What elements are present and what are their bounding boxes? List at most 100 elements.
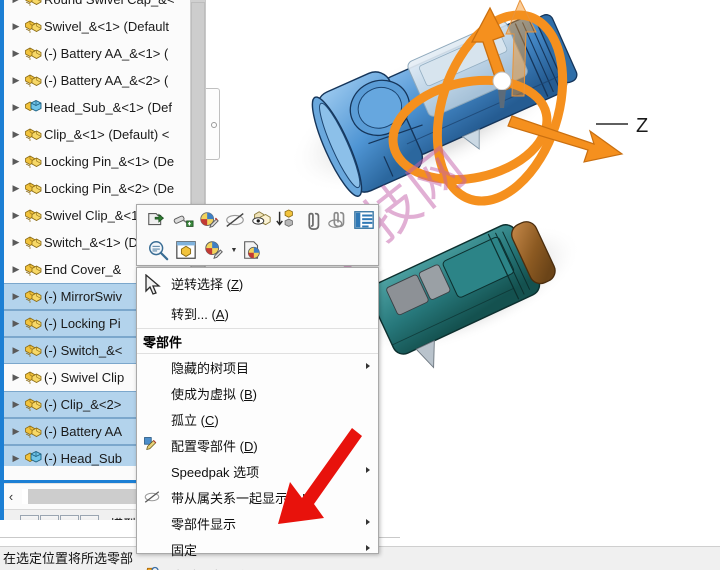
paint-roller-plus-icon[interactable]: [171, 207, 195, 233]
menu-item[interactable]: 配置零部件 (D): [137, 432, 378, 458]
expand-chevron-icon[interactable]: [8, 256, 24, 283]
tab-model[interactable]: 模型: [110, 514, 136, 520]
context-menu-section-header: 零部件: [137, 328, 378, 354]
expand-chevron-icon[interactable]: [8, 337, 24, 364]
submenu-arrow-icon: [366, 545, 370, 551]
menu-item-label: 转到... (A): [171, 306, 229, 322]
paperclip-view-icon[interactable]: [326, 207, 350, 233]
part-icon: [24, 207, 44, 225]
menu-item[interactable]: 临时固定/分组 (E): [137, 562, 378, 570]
tree-item-label: Swivel_&<1> (Default: [44, 19, 170, 34]
hscroll-thumb[interactable]: [28, 489, 138, 504]
tree-item-label: End Cover_&: [44, 262, 122, 277]
expand-chevron-icon[interactable]: [8, 229, 24, 256]
panel-accent-strip: [0, 0, 4, 520]
menu-item[interactable]: 转到... (A): [137, 298, 378, 328]
tree-item[interactable]: (-) Battery AA_&<1> (: [4, 40, 190, 67]
tab-nav-buttons[interactable]: ◀| ◀ ▶ |▶: [20, 515, 100, 520]
panel-splitter-handle[interactable]: [206, 88, 220, 160]
tree-item-label: (-) Switch_&<: [44, 343, 123, 358]
tree-item[interactable]: Clip_&<1> (Default) <: [4, 121, 190, 148]
menu-item[interactable]: Speedpak 选项: [137, 458, 378, 484]
expand-chevron-icon[interactable]: [8, 121, 24, 148]
context-menu-items[interactable]: 隐藏的树项目使成为虚拟 (B) 孤立 (C) 配置零部件 (D) Speedpak 选…: [137, 354, 378, 570]
menu-item[interactable]: 孤立 (C): [137, 406, 378, 432]
appearance-sphere-edit-icon[interactable]: [201, 237, 227, 263]
nav-last-icon[interactable]: |▶: [80, 515, 99, 520]
expand-chevron-icon[interactable]: [8, 67, 24, 94]
menu-item-label: 零部件显示: [171, 516, 237, 532]
sort-down-icon[interactable]: [274, 207, 298, 233]
menu-item[interactable]: 带从属关系一起显示 (H): [137, 484, 378, 510]
part-icon: [24, 153, 44, 171]
menu-item[interactable]: 零部件显示: [137, 510, 378, 536]
part-icon: [24, 423, 44, 441]
tree-item[interactable]: Head_Sub_&<1> (Def: [4, 94, 190, 121]
tree-item-label: (-) Clip_&<2>: [44, 397, 122, 412]
part-icon: [24, 288, 44, 306]
submenu-arrow-icon: [366, 363, 370, 369]
context-toolbar-row-2[interactable]: ▼: [137, 235, 378, 265]
configure-component-icon: [143, 436, 161, 454]
part-icon: [24, 45, 44, 63]
submenu-arrow-icon: [366, 467, 370, 473]
expand-chevron-icon[interactable]: [8, 148, 24, 175]
edit-appearance-icon[interactable]: [197, 207, 221, 233]
nav-prev-icon[interactable]: ◀: [40, 515, 59, 520]
tree-item-label: (-) Head_Sub: [44, 451, 123, 466]
zoom-to-selection-icon[interactable]: [145, 237, 171, 263]
expand-chevron-icon[interactable]: [8, 445, 24, 466]
expand-chevron-icon[interactable]: [8, 202, 24, 229]
menu-item-label: 带从属关系一起显示 (H): [171, 490, 310, 506]
menu-item[interactable]: 使成为虚拟 (B): [137, 380, 378, 406]
menu-item-label: 隐藏的树项目: [171, 360, 250, 376]
nav-next-icon[interactable]: ▶: [60, 515, 79, 520]
subassembly-icon: [24, 99, 44, 117]
context-toolbar-row-1[interactable]: [137, 205, 378, 235]
tree-item-label: (-) Battery AA_&<2> (: [44, 73, 169, 88]
expand-chevron-icon[interactable]: [8, 418, 24, 445]
expand-chevron-icon[interactable]: [8, 13, 24, 40]
chevron-down-icon[interactable]: ▼: [229, 247, 239, 254]
expand-chevron-icon[interactable]: [8, 175, 24, 202]
show-with-dependents-icon: [143, 488, 161, 506]
open-folder-arrow-icon[interactable]: [145, 207, 169, 233]
expand-chevron-icon[interactable]: [8, 310, 24, 337]
nav-first-icon[interactable]: ◀|: [20, 515, 39, 520]
part-icon: [24, 72, 44, 90]
appearance-copy-icon[interactable]: [239, 237, 265, 263]
expand-chevron-icon[interactable]: [8, 283, 24, 310]
part-icon: [24, 396, 44, 414]
tree-item-label: (-) Battery AA_&<1> (: [44, 46, 169, 61]
tree-item[interactable]: (-) Battery AA_&<2> (: [4, 67, 190, 94]
context-toolbar[interactable]: ▼: [136, 204, 379, 266]
part-icon: [24, 0, 44, 9]
expand-chevron-icon[interactable]: [8, 94, 24, 121]
isolate-window-icon[interactable]: [173, 237, 199, 263]
expand-chevron-icon[interactable]: [8, 364, 24, 391]
component-context-menu[interactable]: 逆转选择 (Z) 转到... (A) 零部件 隐藏的树项目使成为虚拟 (B) 孤立 …: [136, 267, 379, 570]
list-properties-icon[interactable]: [352, 207, 376, 233]
part-icon: [24, 234, 44, 252]
menu-item[interactable]: 逆转选择 (Z): [137, 268, 378, 298]
expand-chevron-icon[interactable]: [8, 40, 24, 67]
context-menu-top-items[interactable]: 逆转选择 (Z) 转到... (A): [137, 268, 378, 328]
show-eye-icon[interactable]: [249, 207, 273, 233]
menu-item-label: 孤立 (C): [171, 412, 219, 428]
tree-item-label: Clip_&<1> (Default) <: [44, 127, 170, 142]
tree-item[interactable]: Swivel_&<1> (Default: [4, 13, 190, 40]
tree-item-label: (-) Battery AA: [44, 424, 123, 439]
menu-item[interactable]: 隐藏的树项目: [137, 354, 378, 380]
paperclip-icon[interactable]: [300, 207, 324, 233]
subassembly-icon: [24, 450, 44, 467]
tree-item[interactable]: Round Swivel Cap_&<: [4, 0, 190, 13]
tree-item[interactable]: Locking Pin_&<1> (De: [4, 148, 190, 175]
expand-chevron-icon[interactable]: [8, 391, 24, 418]
menu-item-label: 临时固定/分组 (E): [171, 566, 274, 570]
menu-item-label: 配置零部件 (D): [171, 438, 258, 454]
menu-item[interactable]: 固定: [137, 536, 378, 562]
menu-item-label: 固定: [171, 542, 198, 558]
tree-item[interactable]: Locking Pin_&<2> (De: [4, 175, 190, 202]
hide-line-icon[interactable]: [223, 207, 247, 233]
expand-chevron-icon[interactable]: [8, 0, 24, 13]
